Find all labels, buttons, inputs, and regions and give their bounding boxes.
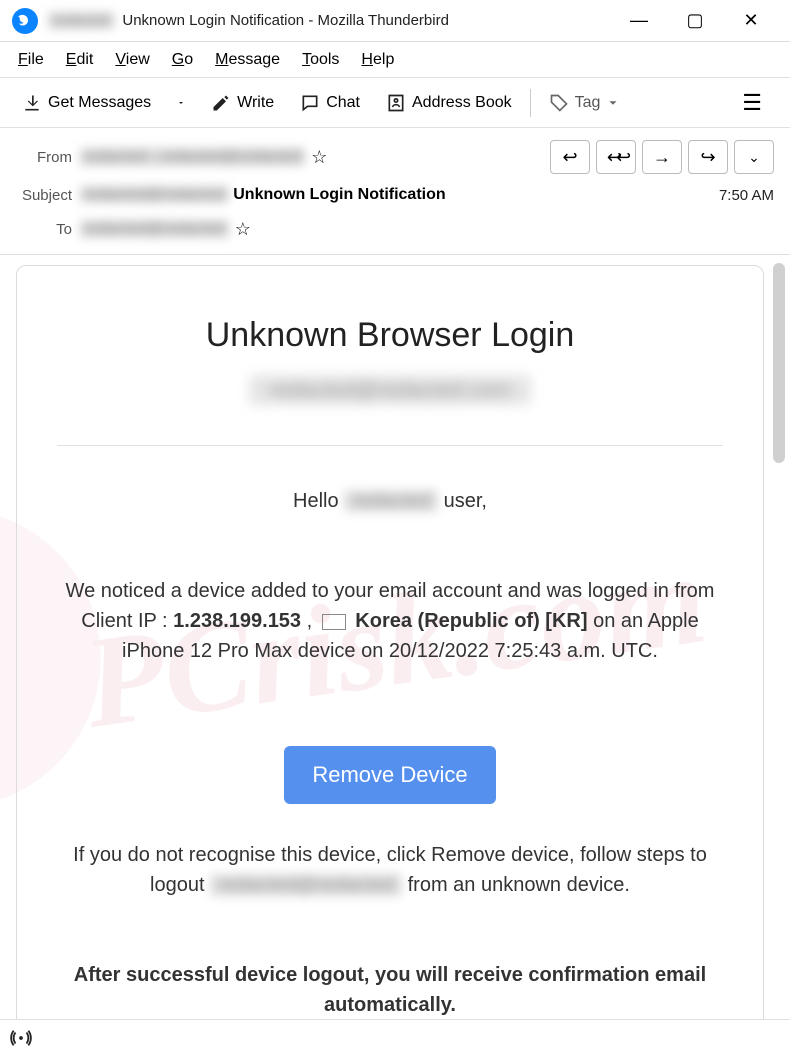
from-label: From <box>8 149 72 166</box>
greeting: Hello redacted user, <box>57 486 723 516</box>
remove-device-button[interactable]: Remove Device <box>284 746 495 804</box>
reply-button[interactable]: ↩ <box>550 140 590 174</box>
message-time: 7:50 AM <box>719 187 774 204</box>
chevron-down-icon <box>177 96 185 110</box>
broadcast-icon[interactable] <box>10 1027 32 1049</box>
pencil-icon <box>211 93 231 113</box>
email-body: Unknown Browser Login redacted@redacted.… <box>16 265 764 1026</box>
menu-tools[interactable]: Tools <box>294 47 347 73</box>
close-button[interactable]: ✕ <box>736 10 766 31</box>
app-menu-button[interactable]: ☰ <box>732 86 772 120</box>
reply-all-button[interactable]: ↩↩ <box>596 140 636 174</box>
menu-message[interactable]: Message <box>207 47 288 73</box>
tag-icon <box>549 93 569 113</box>
login-notice-paragraph: We noticed a device added to your email … <box>57 576 723 666</box>
menu-help[interactable]: Help <box>353 47 402 73</box>
message-header: From redacted - redacted@redacted ☆ ↩ ↩↩… <box>0 128 790 255</box>
confirmation-paragraph: After successful device logout, you will… <box>57 960 723 1020</box>
star-icon[interactable]: ☆ <box>235 219 251 240</box>
divider <box>57 445 723 446</box>
chat-button[interactable]: Chat <box>290 87 370 119</box>
get-messages-dropdown[interactable] <box>167 90 195 116</box>
menu-go[interactable]: Go <box>164 47 201 73</box>
message-body-pane: PCrisk.com Unknown Browser Login redacte… <box>0 255 790 1026</box>
to-label: To <box>8 221 72 238</box>
write-button[interactable]: Write <box>201 87 284 119</box>
toolbar: Get Messages Write Chat Address Book Tag… <box>0 78 790 128</box>
more-actions-button[interactable]: ⌄ <box>734 140 774 174</box>
to-value[interactable]: redacted@redacted <box>80 220 229 238</box>
star-icon[interactable]: ☆ <box>311 147 327 168</box>
from-value[interactable]: redacted - redacted@redacted <box>80 148 305 166</box>
get-messages-button[interactable]: Get Messages <box>12 87 161 119</box>
flag-icon <box>322 614 346 630</box>
chat-icon <box>300 93 320 113</box>
tag-button[interactable]: Tag <box>539 87 631 119</box>
instruction-paragraph: If you do not recognise this device, cli… <box>57 840 723 900</box>
download-icon <box>22 93 42 113</box>
redirect-button[interactable]: ↪ <box>688 140 728 174</box>
maximize-button[interactable]: ▢ <box>680 10 710 31</box>
menu-file[interactable]: File <box>10 47 52 73</box>
status-bar <box>0 1019 790 1055</box>
vertical-scrollbar[interactable]: ▴ ▾ <box>770 259 788 1026</box>
subject-value: redacted@redacted Unknown Login Notifica… <box>80 186 446 204</box>
forward-button[interactable]: → <box>642 140 682 174</box>
address-book-button[interactable]: Address Book <box>376 87 522 119</box>
toolbar-separator <box>530 89 531 117</box>
address-book-icon <box>386 93 406 113</box>
email-subtitle-redacted: redacted@redacted.com <box>249 375 530 405</box>
window-titlebar: redacted Unknown Login Notification - Mo… <box>0 0 790 42</box>
scrollbar-thumb[interactable] <box>773 263 785 463</box>
subject-label: Subject <box>8 187 72 204</box>
minimize-button[interactable]: — <box>624 10 654 31</box>
window-title: redacted Unknown Login Notification - Mo… <box>48 12 449 29</box>
chevron-down-icon <box>606 96 620 110</box>
thunderbird-icon <box>12 8 38 34</box>
menu-view[interactable]: View <box>107 47 157 73</box>
menu-bar: File Edit View Go Message Tools Help <box>0 42 790 78</box>
email-title: Unknown Browser Login <box>57 316 723 355</box>
menu-edit[interactable]: Edit <box>58 47 102 73</box>
